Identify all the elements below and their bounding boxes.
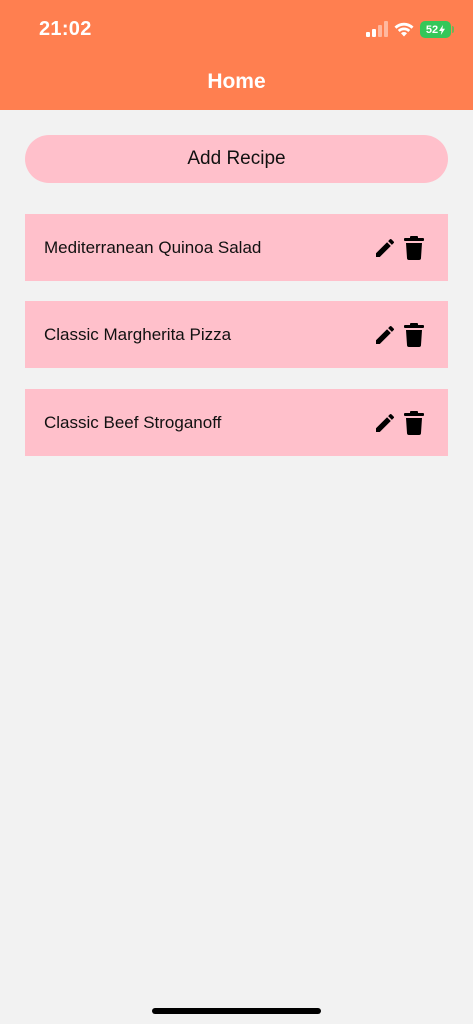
app-header: 21:02 52 Home [0,0,473,110]
battery-charging-icon: 52 [420,21,451,38]
battery-level: 52 [425,23,439,36]
list-item[interactable]: Classic Margherita Pizza [25,301,448,368]
home-indicator[interactable] [152,1008,321,1014]
pencil-edit-icon[interactable] [373,411,397,435]
recipe-name: Classic Margherita Pizza [44,324,232,344]
pencil-edit-icon[interactable] [373,323,397,347]
page-title: Home [207,70,266,93]
list-item[interactable]: Mediterranean Quinoa Salad [25,214,448,281]
trash-delete-icon[interactable] [404,236,424,260]
trash-delete-icon[interactable] [404,323,424,347]
recipe-name: Classic Beef Stroganoff [44,412,222,432]
wifi-icon [394,22,414,37]
battery-cap [452,26,454,33]
add-recipe-button[interactable]: Add Recipe [25,135,448,183]
signal-bars-icon [366,21,388,37]
trash-delete-icon[interactable] [404,411,424,435]
status-time: 21:02 [39,18,92,40]
lightning-icon [439,24,446,35]
pencil-edit-icon[interactable] [373,236,397,260]
list-item[interactable]: Classic Beef Stroganoff [25,389,448,456]
recipe-name: Mediterranean Quinoa Salad [44,237,262,257]
